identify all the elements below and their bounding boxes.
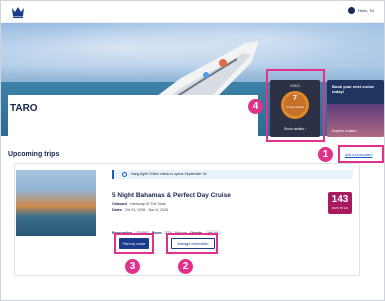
- book-next-cruise-card[interactable]: Book your next cruise today! Explore cru…: [327, 80, 384, 137]
- highlight-plan-button: [114, 233, 154, 254]
- dates-value: Oct 31, 2026 - Nov 5, 2026: [124, 208, 168, 212]
- days-to-go-badge: 143 DAYS TO GO: [328, 192, 352, 214]
- dates-label: Dates: [112, 208, 122, 212]
- checkin-notice-text: Hang tight! Online check-in opens Septem…: [131, 172, 207, 176]
- info-icon: [122, 172, 127, 177]
- trip-title[interactable]: 5 Night Bahamas & Perfect Day Cruise: [112, 192, 231, 199]
- avatar-icon: [347, 7, 355, 14]
- days-label: DAYS TO GO: [332, 207, 348, 210]
- highlight-points-card: [266, 69, 325, 142]
- onboard-label: Onboard: [112, 202, 127, 206]
- marker-1: 1: [318, 147, 333, 162]
- explore-cruises-link[interactable]: Explore cruises ›: [332, 129, 358, 133]
- marker-3: 3: [125, 259, 140, 274]
- onboard-value: Harmony Of The Seas: [129, 202, 166, 206]
- name-panel: [8, 95, 258, 137]
- guest-name: TARO: [10, 103, 38, 114]
- profile-menu[interactable]: Hello, TA: [347, 7, 374, 14]
- book-card-title: Book your next cruise today!: [332, 84, 375, 94]
- trip-destination-image: [16, 170, 96, 236]
- highlight-add-reservation: [338, 145, 384, 163]
- marker-4: 4: [248, 99, 263, 114]
- marker-2: 2: [178, 259, 193, 274]
- days-count: 143: [331, 194, 349, 205]
- highlight-manage-button: [166, 233, 218, 254]
- upcoming-trips-heading: Upcoming trips: [8, 151, 60, 158]
- profile-label: Hello, TA: [357, 8, 374, 13]
- trip-onboard: Onboard Harmony Of The Seas: [112, 202, 166, 206]
- crown-anchor-icon[interactable]: [10, 5, 26, 19]
- top-bar: Hello, TA: [1, 1, 384, 23]
- trip-dates: Dates Oct 31, 2026 - Nov 5, 2026: [112, 208, 168, 212]
